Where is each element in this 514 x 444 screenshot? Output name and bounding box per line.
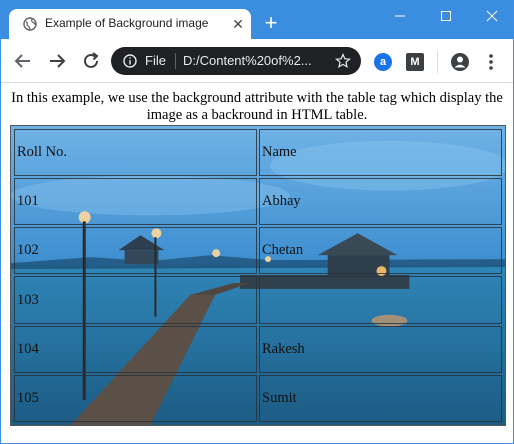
- tab-active[interactable]: Example of Background image ✕: [9, 9, 251, 39]
- table-row: 102 Chetan: [14, 227, 502, 275]
- m-extension-icon[interactable]: M: [406, 53, 424, 71]
- table-header-cell: Name: [259, 129, 502, 177]
- table-row: 104 Rakesh: [14, 325, 502, 373]
- table-cell: 102: [14, 227, 257, 275]
- page-content: In this example, we use the background a…: [1, 84, 513, 443]
- table-row: 103: [14, 276, 502, 324]
- plus-icon[interactable]: +: [262, 12, 280, 34]
- profile-icon[interactable]: [450, 52, 470, 72]
- globe-icon: [23, 17, 37, 31]
- url-text[interactable]: D:/Content%20of%2...: [183, 53, 312, 68]
- minimize-icon[interactable]: [377, 1, 423, 31]
- table-row: Roll No. Name: [14, 129, 502, 177]
- tab-title: Example of Background image: [45, 16, 209, 30]
- browser-window: Example of Background image ✕ + File D:/…: [0, 0, 514, 444]
- table-cell: Chetan: [259, 227, 502, 275]
- table-cell: Rakesh: [259, 325, 502, 373]
- table-cell: 101: [14, 178, 257, 226]
- tab-strip: Example of Background image ✕ +: [1, 1, 513, 39]
- scheme-label: File: [145, 53, 166, 68]
- window-close-icon[interactable]: [469, 1, 513, 31]
- a-extension-icon[interactable]: a: [374, 53, 392, 71]
- table-row: 101 Abhay: [14, 178, 502, 226]
- back-arrow-icon[interactable]: [13, 51, 33, 71]
- address-bar[interactable]: File D:/Content%20of%2...: [111, 47, 361, 75]
- toolbar-divider: [437, 51, 438, 73]
- table-cell: 103: [14, 276, 257, 324]
- reload-icon[interactable]: [81, 51, 101, 71]
- close-icon[interactable]: ✕: [231, 17, 245, 31]
- table-cell: Abhay: [259, 178, 502, 226]
- table-cell: [259, 276, 502, 324]
- info-icon[interactable]: [123, 54, 137, 68]
- students-table: Roll No. Name 101 Abhay 102 Chetan 103 1…: [12, 127, 504, 424]
- intro-paragraph: In this example, we use the background a…: [11, 90, 503, 123]
- table-cell: Sumit: [259, 374, 502, 422]
- table-header-cell: Roll No.: [14, 129, 257, 177]
- maximize-icon[interactable]: [423, 1, 469, 31]
- star-icon[interactable]: [335, 53, 351, 69]
- forward-arrow-icon[interactable]: [47, 51, 67, 71]
- background-table: Roll No. Name 101 Abhay 102 Chetan 103 1…: [10, 125, 506, 426]
- table-cell: 104: [14, 325, 257, 373]
- table-cell: 105: [14, 374, 257, 422]
- more-menu-icon[interactable]: [486, 52, 496, 72]
- omnibox-divider: [175, 53, 176, 69]
- table-row: 105 Sumit: [14, 374, 502, 422]
